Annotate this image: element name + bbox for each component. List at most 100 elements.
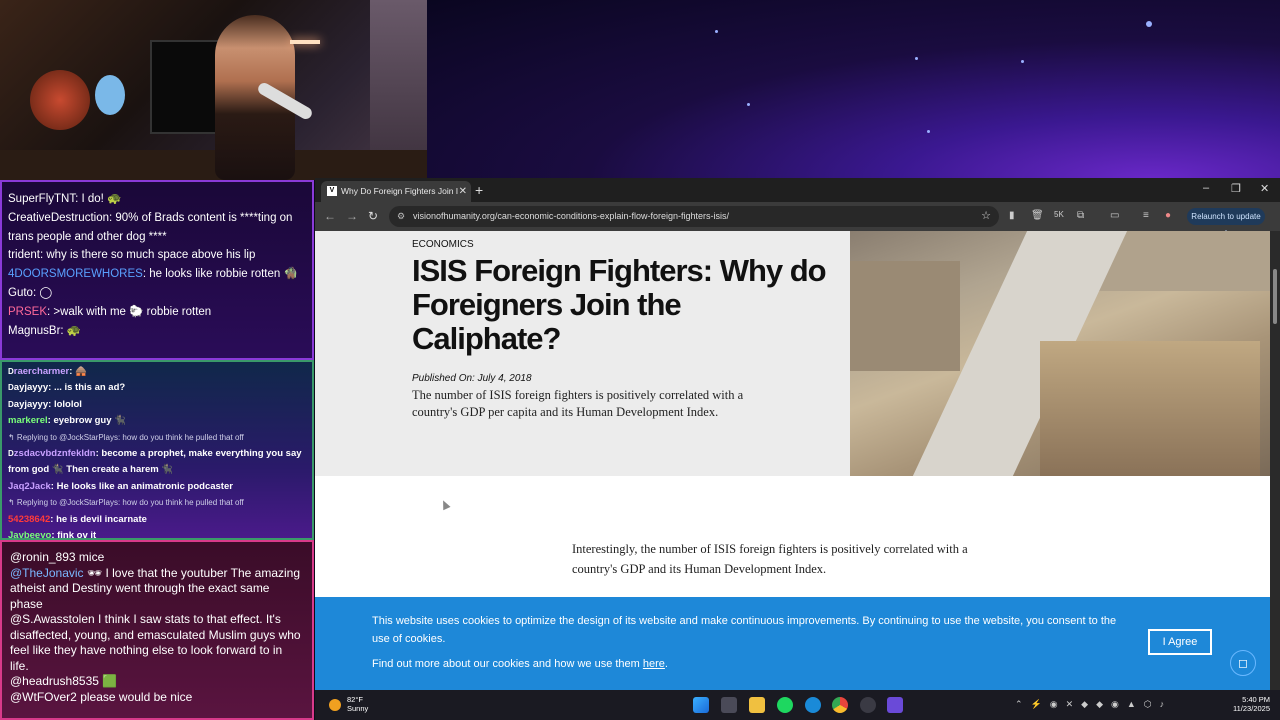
extensions-puzzle-icon[interactable]: ⧉: [1077, 210, 1084, 221]
chat-text: 🛖: [75, 366, 87, 377]
minimize-button[interactable]: –: [1203, 182, 1209, 194]
chat-text: lololol: [53, 398, 82, 410]
article-hero-image: [850, 231, 1270, 476]
extension-icon[interactable]: ▮: [1009, 210, 1015, 221]
trash-extension-icon[interactable]: 🗑: [1031, 210, 1044, 221]
chat-message: PRSEK: >walk with me 🐑 robbie rotten: [8, 303, 306, 322]
reply-context: ↰ Replying to @JockStarPlays: how do you…: [8, 498, 244, 508]
chat-message: Draercharmer: 🛖: [8, 364, 306, 380]
app-icon[interactable]: [887, 697, 903, 713]
chat-message: SuperFlyTNT: I do! 🐢: [8, 190, 306, 209]
weather-temp: 82°F: [347, 695, 363, 704]
chat-username[interactable]: Jaq2Jack: [8, 481, 51, 492]
webcam-figurine: [95, 75, 125, 115]
chat-message: 54238642: he is devil incarnate: [8, 512, 306, 528]
profile-avatar[interactable]: ●: [1165, 210, 1171, 221]
chat-message: @TheJonavic 🕶 I love that the youtuber T…: [10, 566, 304, 613]
chat-text: why is there so much space above his lip: [46, 249, 256, 262]
clock-date: 11/23/2025: [1233, 704, 1270, 713]
bookmark-star-icon[interactable]: ☆: [981, 206, 991, 227]
cookie-link-prefix: Find out more about our cookies and how …: [372, 658, 643, 670]
star: [747, 103, 750, 106]
chat-username[interactable]: @TheJonavic: [10, 566, 84, 580]
maximize-button[interactable]: ❐: [1231, 182, 1241, 195]
chat-message: Guto: ◯: [8, 284, 306, 303]
chrome-icon[interactable]: [832, 697, 848, 713]
chat-username[interactable]: zsdacvbdznfekldn: [14, 448, 96, 459]
steam-icon[interactable]: [860, 697, 876, 713]
scrollbar-thumb[interactable]: [1273, 269, 1277, 324]
new-tab-button[interactable]: +: [475, 181, 483, 199]
chat-username[interactable]: @WtFOver2: [10, 690, 77, 704]
chat-username[interactable]: markerel: [8, 415, 48, 426]
youtube-chat-panel: @ronin_893 mice @TheJonavic 🕶 I love that…: [0, 540, 314, 720]
chat-username[interactable]: SuperFlyTNT: [8, 193, 75, 205]
chat-username[interactable]: 54238642: [8, 514, 50, 525]
back-icon[interactable]: ←: [324, 209, 336, 223]
article-category[interactable]: ECONOMICS: [412, 239, 474, 250]
sidepanel-icon[interactable]: ▭: [1110, 210, 1119, 221]
chat-message: trident: why is there so much space abov…: [8, 246, 306, 265]
chat-username[interactable]: trident: [8, 249, 40, 261]
chat-username[interactable]: @ronin_893: [10, 550, 76, 564]
weather-sun-icon[interactable]: [329, 699, 341, 711]
agree-button[interactable]: I Agree: [1148, 629, 1212, 655]
chat-message: Dayjayyy: ... is this an ad?: [8, 380, 306, 396]
star: [915, 57, 918, 60]
chat-username[interactable]: MagnusBr: [8, 325, 60, 337]
cookie-here-link[interactable]: here: [643, 658, 665, 670]
weather-widget[interactable]: 82°F Sunny: [347, 695, 368, 713]
chat-username[interactable]: Guto: [8, 287, 33, 299]
relaunch-button[interactable]: Relaunch to update ⋮: [1187, 208, 1265, 238]
chat-message: Javbeeyo: fink ov it: [8, 528, 306, 538]
spotify-icon[interactable]: [777, 697, 793, 713]
chat-message: Dayjayyy: lololol: [8, 397, 306, 413]
cookie-more-info: Find out more about our cookies and how …: [372, 658, 668, 670]
chat-username[interactable]: ayjayyy: [14, 399, 48, 410]
chat-text: He looks like an animatronic podcaster: [56, 480, 233, 492]
media-icon[interactable]: ≡: [1143, 210, 1149, 221]
star: [715, 30, 718, 33]
chat-support-icon[interactable]: ◻: [1230, 650, 1256, 676]
edge-icon[interactable]: [805, 697, 821, 713]
start-icon[interactable]: [693, 697, 709, 713]
clock[interactable]: 5:40 PM 11/23/2025: [1233, 695, 1270, 713]
address-bar[interactable]: ⚙ visionofhumanity.org/can-economic-cond…: [389, 206, 999, 227]
task-view-icon[interactable]: [721, 697, 737, 713]
forward-icon[interactable]: →: [346, 209, 358, 223]
chat-username[interactable]: PRSEK: [8, 306, 47, 318]
webcam-lamp: [30, 70, 90, 130]
chat-username[interactable]: raercharmer: [14, 366, 69, 377]
chat-text: 🐢: [66, 324, 82, 337]
close-window-button[interactable]: ✕: [1260, 182, 1269, 195]
page-scrollbar[interactable]: [1270, 231, 1280, 690]
chat-username[interactable]: Javbeeyo: [8, 530, 51, 538]
chat-username[interactable]: @S.Awasstolen: [10, 612, 95, 626]
webcam-feed: [0, 0, 427, 180]
system-tray[interactable]: ⌃⚡◉✕◆◆◉▲⬡♪: [1015, 699, 1172, 710]
chat-message: Dzsdacvbdznfekldn: become a prophet, mak…: [8, 446, 306, 479]
twitch-chat-panel: SuperFlyTNT: I do! 🐢 CreativeDestruction:…: [0, 180, 314, 360]
cookie-banner: This website uses cookies to optimize th…: [315, 597, 1270, 690]
space-background: [427, 0, 1280, 180]
close-tab-icon[interactable]: ✕: [459, 181, 467, 202]
favicon-icon: V: [327, 186, 337, 196]
site-info-icon[interactable]: ⚙: [397, 206, 405, 227]
chat-text: I do! 🐢: [81, 193, 122, 205]
extension-icon[interactable]: 5K: [1054, 210, 1064, 219]
chat-username[interactable]: ayjayyy: [14, 382, 48, 393]
reload-icon[interactable]: ↻: [368, 209, 378, 223]
reply-context: ↰ Replying to @JockStarPlays: how do you…: [8, 432, 244, 442]
chat-username[interactable]: CreativeDestruction: [8, 212, 109, 224]
browser-tab[interactable]: V Why Do Foreign Fighters Join I ✕: [321, 181, 471, 202]
chat-username[interactable]: 4DOORSMOREWHORES: [8, 268, 143, 280]
chat-username[interactable]: @headrush8535: [10, 674, 99, 688]
chat-message: @headrush8535 🟩: [10, 674, 304, 690]
chat-message: @S.Awasstolen I think I saw stats to tha…: [10, 612, 304, 674]
cookie-text: This website uses cookies to optimize th…: [372, 615, 1117, 645]
chat-message: markerel: eyebrow guy 🐈‍⬛: [8, 413, 306, 429]
article-hero: ECONOMICS ISIS Foreign Fighters: Why do …: [315, 231, 850, 476]
browser-toolbar: ← → ↻ ⚙ visionofhumanity.org/can-economi…: [315, 202, 1280, 238]
file-explorer-icon[interactable]: [749, 697, 765, 713]
tab-bar: V Why Do Foreign Fighters Join I ✕ + – ❐…: [315, 178, 1280, 202]
